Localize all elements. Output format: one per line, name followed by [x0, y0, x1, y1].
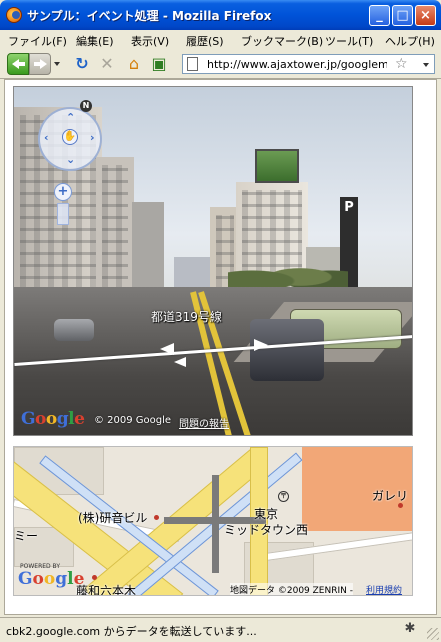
- menu-bar: ファイル(F) 編集(E) 表示(V) 履歴(S) ブックマーク(B) ツール(…: [0, 30, 441, 50]
- close-button[interactable]: ×: [415, 5, 436, 26]
- extension-icon[interactable]: ✱: [402, 621, 418, 637]
- building: [96, 157, 134, 297]
- hand-icon[interactable]: ✋: [62, 129, 78, 145]
- maximize-button[interactable]: □: [392, 5, 413, 26]
- street-view-panorama[interactable]: P 都道319号線 ⌃ ⌄ ‹ › ✋ N + Google © 2009 Go…: [13, 86, 413, 436]
- menu-file[interactable]: ファイル(F): [8, 33, 67, 49]
- browser-window: サンプル：イベント処理 - Mozilla Firefox _ □ × ファイル…: [0, 0, 441, 642]
- navigation-toolbar: ↻ ✕ ⌂ ▣ http://www.ajaxtower.jp/googlema…: [0, 50, 441, 79]
- menu-view[interactable]: 表示(V): [131, 33, 169, 49]
- poi-icon: [154, 515, 159, 520]
- history-dropdown-icon[interactable]: [54, 62, 60, 66]
- title-bar: サンプル：イベント処理 - Mozilla Firefox _ □ ×: [0, 0, 441, 30]
- url-dropdown-icon[interactable]: [423, 63, 429, 67]
- google-logo[interactable]: Google: [18, 569, 84, 589]
- stop-icon[interactable]: ✕: [97, 54, 117, 74]
- billboard: [255, 149, 299, 183]
- nav-arrow-left-icon[interactable]: [160, 343, 174, 355]
- terms-of-use-link[interactable]: 利用規約: [366, 583, 402, 595]
- map-label-galleria: ガレリ: [372, 489, 409, 503]
- home-icon[interactable]: ⌂: [124, 54, 144, 74]
- map-label-left-edge: ミー: [14, 529, 39, 543]
- map-label-roppongi: 藤和六本木: [76, 584, 137, 596]
- poi-icon: [92, 575, 97, 580]
- menu-bookmarks[interactable]: ブックマーク(B): [241, 33, 323, 49]
- map-label-tokyo: 東京: [254, 507, 279, 521]
- page-content: P 都道319号線 ⌃ ⌄ ‹ › ✋ N + Google © 2009 Go…: [4, 79, 437, 615]
- pan-right-icon[interactable]: ›: [90, 131, 95, 144]
- nav-arrow-right-icon[interactable]: [254, 339, 268, 351]
- nav-arrow-down-icon[interactable]: [174, 357, 186, 367]
- map-panel[interactable]: (株)研音ビル 〒 東京 ミッドタウン西 ガレリ 藤和六本木 ミー POWERE…: [13, 446, 413, 596]
- forward-button[interactable]: [29, 53, 51, 75]
- zoom-in-button[interactable]: +: [54, 183, 72, 201]
- pan-control[interactable]: ⌃ ⌄ ‹ › ✋: [38, 107, 102, 171]
- forward-arrow-icon: [40, 59, 47, 69]
- google-logo[interactable]: Google: [21, 409, 85, 429]
- status-text: cbk2.google.com からデータを転送しています...: [6, 625, 257, 638]
- road-label: 都道319号線: [151, 310, 222, 324]
- zoom-slider[interactable]: [57, 203, 69, 225]
- report-problem-link[interactable]: 問題の報告: [179, 415, 229, 430]
- post-office-icon: 〒: [278, 491, 289, 502]
- bookmark-star-icon[interactable]: ☆: [395, 56, 408, 72]
- menu-tools[interactable]: ツール(T): [325, 33, 373, 49]
- status-bar: cbk2.google.com からデータを転送しています... ✱: [0, 617, 441, 642]
- pan-up-icon[interactable]: ⌃: [66, 111, 75, 124]
- minimize-button[interactable]: _: [369, 5, 390, 26]
- map-label-midtown: ミッドタウン西: [224, 523, 309, 537]
- url-input[interactable]: http://www.ajaxtower.jp/googlemap: [207, 58, 387, 71]
- street-view-copyright: © 2009 Google: [94, 415, 172, 426]
- page-icon: [187, 57, 198, 71]
- menu-history[interactable]: 履歴(S): [186, 33, 224, 49]
- firefox-icon: [6, 7, 22, 23]
- street-view-marker[interactable]: [212, 475, 219, 573]
- resize-grip[interactable]: [427, 628, 439, 640]
- car: [54, 319, 94, 341]
- address-bar[interactable]: http://www.ajaxtower.jp/googlemap ☆: [182, 54, 435, 74]
- map-copyright: 地図データ ©2009 ZENRIN -: [230, 583, 353, 595]
- back-button[interactable]: [7, 53, 29, 75]
- poi-icon: [398, 503, 403, 508]
- pan-left-icon[interactable]: ‹: [44, 131, 49, 144]
- menu-help[interactable]: ヘルプ(H): [385, 33, 435, 49]
- building: [132, 202, 164, 297]
- addon-icon[interactable]: ▣: [149, 54, 169, 74]
- compass-north-icon: N: [80, 100, 92, 112]
- reload-icon[interactable]: ↻: [72, 54, 92, 74]
- window-title: サンプル：イベント処理 - Mozilla Firefox: [27, 9, 272, 23]
- map-label-building: (株)研音ビル: [78, 511, 148, 525]
- menu-edit[interactable]: 編集(E): [76, 33, 114, 49]
- pan-down-icon[interactable]: ⌄: [66, 153, 75, 166]
